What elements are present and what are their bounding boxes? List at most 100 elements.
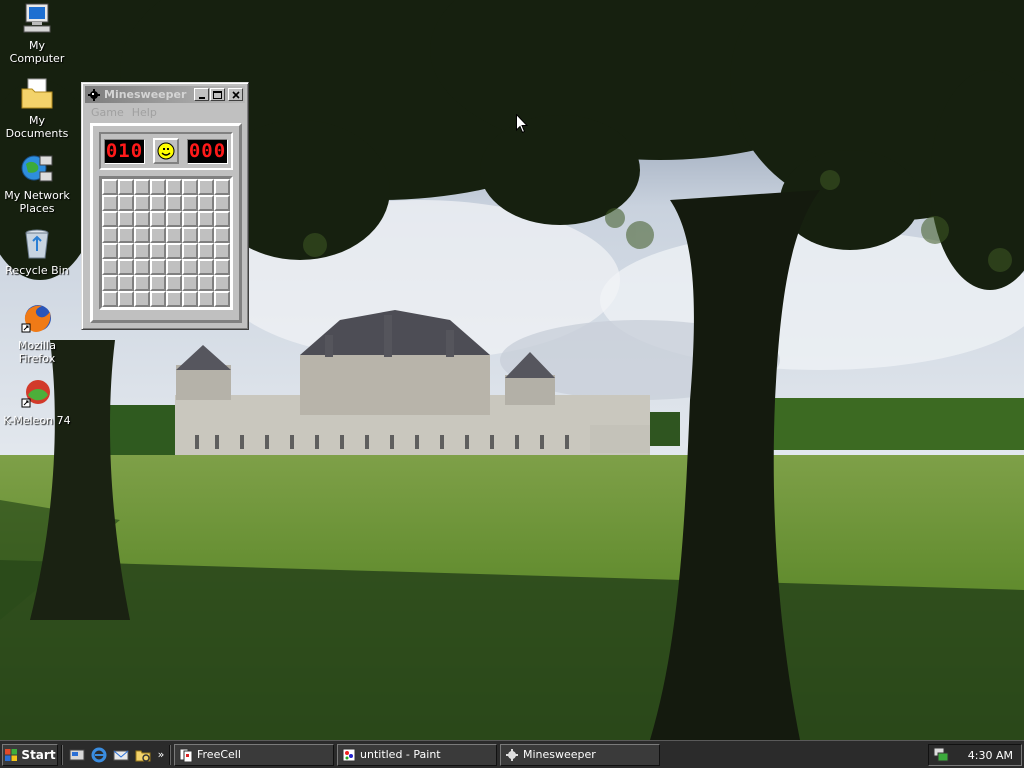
mine-cell[interactable] bbox=[150, 195, 166, 211]
mine-cell[interactable] bbox=[182, 307, 198, 310]
mine-cell[interactable] bbox=[230, 179, 233, 195]
desktop-icon-my-network-places[interactable]: My Network Places bbox=[0, 152, 74, 215]
mine-cell[interactable] bbox=[214, 211, 230, 227]
mine-cell[interactable] bbox=[166, 211, 182, 227]
mine-cell[interactable] bbox=[134, 195, 150, 211]
mine-cell[interactable] bbox=[118, 195, 134, 211]
mine-cell[interactable] bbox=[214, 275, 230, 291]
desktop-icon-my-documents[interactable]: My Documents bbox=[0, 77, 74, 140]
mine-cell[interactable] bbox=[230, 259, 233, 275]
windows-explorer-button[interactable] bbox=[134, 746, 152, 764]
mine-cell[interactable] bbox=[198, 195, 214, 211]
mine-cell[interactable] bbox=[182, 179, 198, 195]
mine-cell[interactable] bbox=[118, 259, 134, 275]
mine-cell[interactable] bbox=[150, 227, 166, 243]
mine-cell[interactable] bbox=[102, 227, 118, 243]
mine-cell[interactable] bbox=[230, 307, 233, 310]
mine-cell[interactable] bbox=[150, 291, 166, 307]
mine-cell[interactable] bbox=[150, 259, 166, 275]
show-desktop-button[interactable] bbox=[68, 746, 86, 764]
outlook-express-button[interactable] bbox=[112, 746, 130, 764]
mine-cell[interactable] bbox=[166, 275, 182, 291]
mine-cell[interactable] bbox=[182, 259, 198, 275]
mine-cell[interactable] bbox=[214, 307, 230, 310]
new-game-button[interactable] bbox=[153, 138, 179, 164]
mine-cell[interactable] bbox=[118, 291, 134, 307]
mine-cell[interactable] bbox=[182, 227, 198, 243]
mine-cell[interactable] bbox=[182, 291, 198, 307]
mine-cell[interactable] bbox=[198, 227, 214, 243]
mine-cell[interactable] bbox=[150, 179, 166, 195]
mine-cell[interactable] bbox=[182, 195, 198, 211]
mine-cell[interactable] bbox=[166, 307, 182, 310]
mine-cell[interactable] bbox=[198, 243, 214, 259]
menu-game[interactable]: Game bbox=[91, 106, 124, 119]
network-tray-button[interactable] bbox=[933, 746, 949, 765]
mine-cell[interactable] bbox=[230, 227, 233, 243]
mine-cell[interactable] bbox=[182, 211, 198, 227]
mine-cell[interactable] bbox=[182, 275, 198, 291]
mine-cell[interactable] bbox=[118, 275, 134, 291]
mine-cell[interactable] bbox=[134, 179, 150, 195]
mine-cell[interactable] bbox=[230, 195, 233, 211]
mine-cell[interactable] bbox=[102, 211, 118, 227]
mine-cell[interactable] bbox=[198, 211, 214, 227]
window-title-bar[interactable]: Minesweeper bbox=[85, 86, 245, 103]
mine-cell[interactable] bbox=[198, 291, 214, 307]
mine-cell[interactable] bbox=[166, 259, 182, 275]
mine-cell[interactable] bbox=[214, 259, 230, 275]
mine-cell[interactable] bbox=[198, 307, 214, 310]
mine-cell[interactable] bbox=[214, 291, 230, 307]
mine-cell[interactable] bbox=[118, 307, 134, 310]
mine-cell[interactable] bbox=[166, 227, 182, 243]
mine-cell[interactable] bbox=[150, 243, 166, 259]
mine-cell[interactable] bbox=[134, 275, 150, 291]
mine-cell[interactable] bbox=[102, 259, 118, 275]
mine-cell[interactable] bbox=[214, 179, 230, 195]
minesweeper-window[interactable]: Minesweeper Game Help 010 000 bbox=[81, 82, 249, 330]
mine-cell[interactable] bbox=[102, 195, 118, 211]
mine-cell[interactable] bbox=[230, 243, 233, 259]
mine-cell[interactable] bbox=[198, 275, 214, 291]
mine-cell[interactable] bbox=[214, 243, 230, 259]
mine-cell[interactable] bbox=[118, 227, 134, 243]
maximize-button[interactable] bbox=[210, 88, 225, 101]
mine-cell[interactable] bbox=[166, 243, 182, 259]
mine-cell[interactable] bbox=[134, 259, 150, 275]
mine-cell[interactable] bbox=[198, 179, 214, 195]
desktop-icon-mozilla-firefox[interactable]: Mozilla Firefox bbox=[0, 302, 74, 365]
mine-cell[interactable] bbox=[134, 243, 150, 259]
mine-cell[interactable] bbox=[230, 275, 233, 291]
mine-cell[interactable] bbox=[102, 291, 118, 307]
desktop-icon-recycle-bin[interactable]: Recycle Bin bbox=[0, 227, 74, 277]
task-button-paint[interactable]: untitled - Paint bbox=[337, 743, 497, 766]
mine-cell[interactable] bbox=[150, 275, 166, 291]
mine-cell[interactable] bbox=[134, 307, 150, 310]
mine-cell[interactable] bbox=[102, 275, 118, 291]
desktop-icon-k-meleon[interactable]: K-Meleon 74 bbox=[0, 377, 74, 427]
internet-explorer-button[interactable] bbox=[90, 746, 108, 764]
mine-cell[interactable] bbox=[150, 211, 166, 227]
mine-cell[interactable] bbox=[166, 291, 182, 307]
mine-cell[interactable] bbox=[150, 307, 166, 310]
mine-cell[interactable] bbox=[102, 307, 118, 310]
mine-cell[interactable] bbox=[166, 195, 182, 211]
mine-cell[interactable] bbox=[134, 211, 150, 227]
quick-launch-overflow-button[interactable]: » bbox=[156, 748, 166, 761]
task-button-freecell[interactable]: FreeCell bbox=[174, 743, 334, 766]
mine-cell[interactable] bbox=[118, 243, 134, 259]
mine-cell[interactable] bbox=[214, 195, 230, 211]
menu-help[interactable]: Help bbox=[132, 106, 157, 119]
mine-cell[interactable] bbox=[230, 291, 233, 307]
mine-cell[interactable] bbox=[102, 179, 118, 195]
mine-cell[interactable] bbox=[230, 211, 233, 227]
mine-cell[interactable] bbox=[118, 211, 134, 227]
task-button-minesweeper[interactable]: Minesweeper bbox=[500, 743, 660, 766]
mine-cell[interactable] bbox=[214, 227, 230, 243]
mine-cell[interactable] bbox=[198, 259, 214, 275]
mine-cell[interactable] bbox=[134, 291, 150, 307]
minimize-button[interactable] bbox=[194, 88, 209, 101]
mine-cell[interactable] bbox=[134, 227, 150, 243]
desktop-icon-my-computer[interactable]: My Computer bbox=[0, 2, 74, 65]
mine-cell[interactable] bbox=[102, 243, 118, 259]
